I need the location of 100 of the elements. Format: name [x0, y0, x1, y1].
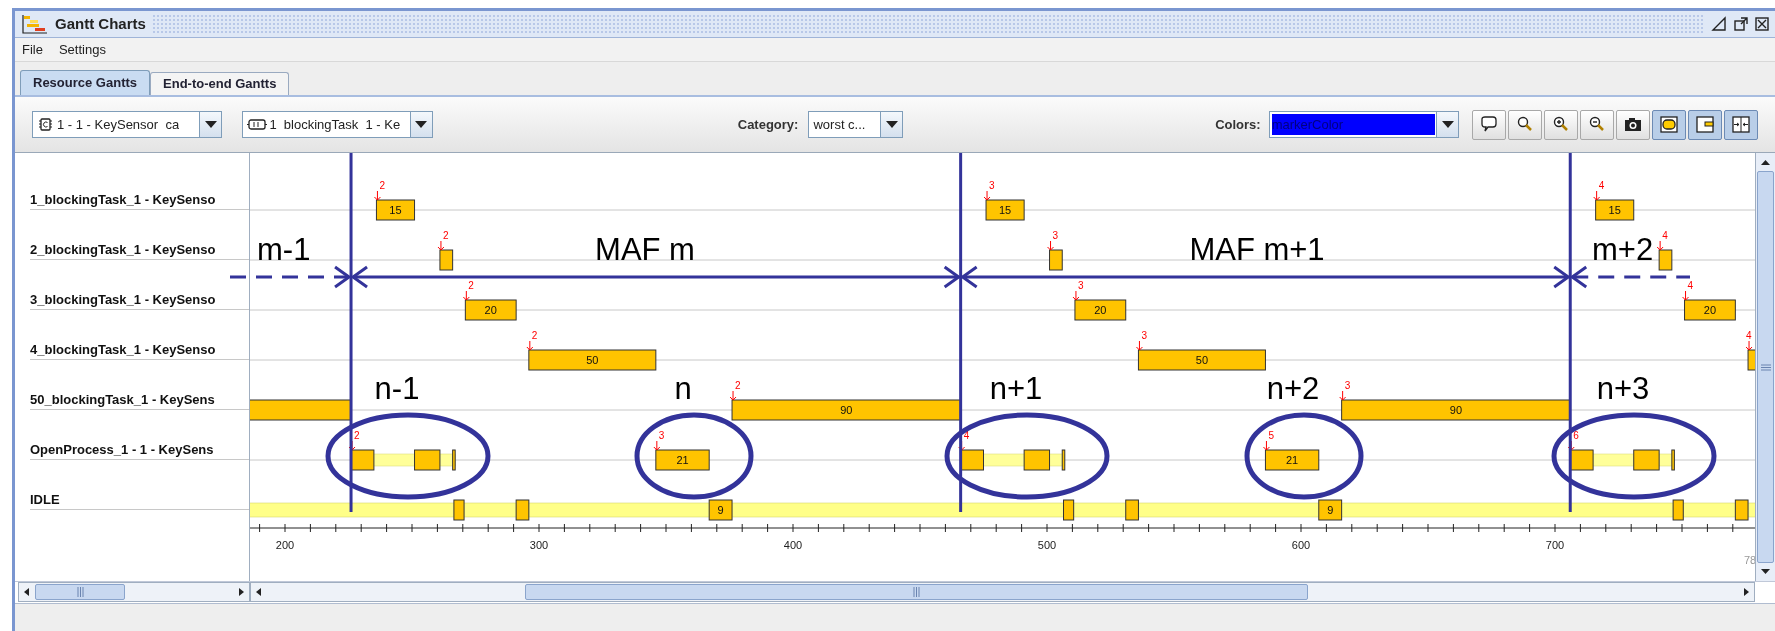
- category-label: Category:: [737, 115, 799, 134]
- camera-icon: [1623, 115, 1643, 134]
- task-dropdown[interactable]: 1 blockingTask 1 - Ke: [242, 111, 433, 138]
- row-label: 3_blockingTask_1 - KeySenso: [30, 292, 216, 308]
- task-bar: [1023, 449, 1051, 471]
- bar-label: 15: [389, 204, 402, 216]
- bar-label: 90: [840, 404, 853, 416]
- speech-bubble-icon: [1479, 115, 1499, 134]
- dropdown-button[interactable]: [880, 112, 903, 137]
- bar-label: 50: [586, 354, 599, 366]
- caret-icon: [885, 121, 898, 128]
- task-icon: [247, 118, 268, 131]
- task-bar: [1264, 449, 1320, 471]
- resource-dropdown[interactable]: 1 - 1 - KeySensor ca: [32, 111, 223, 138]
- horizontal-scrollbar[interactable]: [18, 582, 250, 602]
- minimize-icon[interactable]: [1711, 16, 1727, 32]
- down-arrow-icon: [1047, 240, 1055, 251]
- task-bar: [655, 449, 710, 471]
- task-bar: [1049, 249, 1063, 271]
- chip-icon: [39, 117, 52, 132]
- down-arrow-icon: [983, 190, 991, 201]
- dropdown-value: 1 blockingTask 1 - Ke: [269, 115, 401, 134]
- toolbar-button[interactable]: [1580, 109, 1614, 140]
- dropdown-value: 1 - 1 - KeySensor ca: [57, 115, 180, 134]
- vertical-scrollbar[interactable]: [1755, 153, 1775, 581]
- frame-label: n: [674, 371, 692, 406]
- scrollbar-thumb[interactable]: [1757, 171, 1774, 563]
- frame-label: n-1: [374, 371, 420, 406]
- marker-number: 4: [1598, 180, 1605, 191]
- grip-icon: [1760, 363, 1771, 371]
- gantt-app-icon: [21, 13, 49, 35]
- bar-label: 20: [484, 304, 497, 316]
- task-bar: [708, 499, 733, 521]
- dropdown-button[interactable]: [1436, 112, 1458, 137]
- toolbar-button[interactable]: [1652, 109, 1686, 140]
- axis-label: 700: [1545, 539, 1565, 551]
- down-arrow-icon: [1593, 190, 1601, 201]
- tab[interactable]: Resource Gantts: [20, 70, 151, 95]
- dropdown-button[interactable]: [409, 112, 432, 137]
- down-arrow-icon: [373, 190, 381, 201]
- task-bar: [1569, 449, 1594, 471]
- down-arrow-icon: [526, 340, 534, 351]
- bar-label: 21: [1286, 454, 1299, 466]
- close-icon[interactable]: [1755, 16, 1769, 32]
- down-arrow-icon: [729, 390, 737, 401]
- axis-label: 78: [1744, 554, 1755, 566]
- down-arrow-icon: [1339, 390, 1347, 401]
- row-label: 1_blockingTask_1 - KeySenso: [30, 192, 216, 208]
- bar-label: 21: [676, 454, 689, 466]
- dropdown-button[interactable]: [199, 112, 222, 137]
- maximize-icon[interactable]: [1733, 16, 1749, 32]
- toolbar-button[interactable]: [1688, 109, 1722, 140]
- marker-number: 2: [354, 430, 360, 441]
- marker-number: 2: [442, 230, 449, 241]
- menu-item[interactable]: Settings: [58, 39, 106, 60]
- frame-label: n+3: [1596, 371, 1650, 406]
- row-label: 4_blockingTask_1 - KeySenso: [30, 342, 216, 358]
- row-label: IDLE: [30, 492, 60, 508]
- marker-number: 4: [963, 430, 970, 441]
- down-arrow-icon: [653, 440, 661, 451]
- task-bar: [1061, 449, 1066, 471]
- tab[interactable]: End-to-end Gantts: [150, 72, 290, 95]
- task-bar: [515, 499, 530, 521]
- category-dropdown[interactable]: worst c...: [808, 111, 904, 138]
- bar-label: 90: [1449, 404, 1463, 416]
- caret-icon: [204, 121, 217, 128]
- toolbar-button[interactable]: [1616, 109, 1650, 140]
- marker-number: 2: [468, 280, 474, 291]
- toolbar-button[interactable]: [1724, 109, 1758, 140]
- marker-number: 6: [1573, 430, 1579, 441]
- task-bar: [960, 449, 984, 471]
- marker-number: 3: [989, 180, 995, 191]
- down-arrow-icon: [462, 290, 470, 301]
- fit-icon: [1731, 115, 1751, 134]
- task-bar: [375, 199, 416, 221]
- menu-item[interactable]: File: [22, 39, 43, 60]
- window-title: Gantt Charts: [55, 13, 146, 34]
- axis-label: 400: [783, 539, 803, 551]
- toolbar-button[interactable]: [1508, 109, 1542, 140]
- down-arrow-icon: [1135, 340, 1143, 351]
- caret-icon: [1441, 121, 1454, 128]
- marker-number: 3: [658, 430, 665, 441]
- toolbar-button[interactable]: [1544, 109, 1578, 140]
- row-label: OpenProcess_1 - 1 - KeySens: [30, 442, 214, 458]
- bar-label: 15: [1608, 204, 1621, 216]
- task-bar: [1595, 199, 1635, 221]
- task-bar: [464, 299, 517, 321]
- task-bar: [1318, 499, 1343, 521]
- task-bar: [1684, 299, 1736, 321]
- down-arrow-icon: [1682, 290, 1690, 301]
- axis-label: 500: [1037, 539, 1057, 551]
- axis-label: 200: [275, 539, 295, 551]
- horizontal-scrollbar[interactable]: [250, 582, 1755, 602]
- bar-label: 9: [1327, 504, 1334, 516]
- scrollbar-thumb[interactable]: [525, 584, 1308, 600]
- scrollbar-thumb[interactable]: [35, 584, 125, 600]
- toolbar-button[interactable]: [1472, 109, 1506, 140]
- marker-number: 5: [1268, 430, 1274, 441]
- period-label: MAF m: [595, 232, 695, 267]
- grip-icon: [913, 587, 920, 597]
